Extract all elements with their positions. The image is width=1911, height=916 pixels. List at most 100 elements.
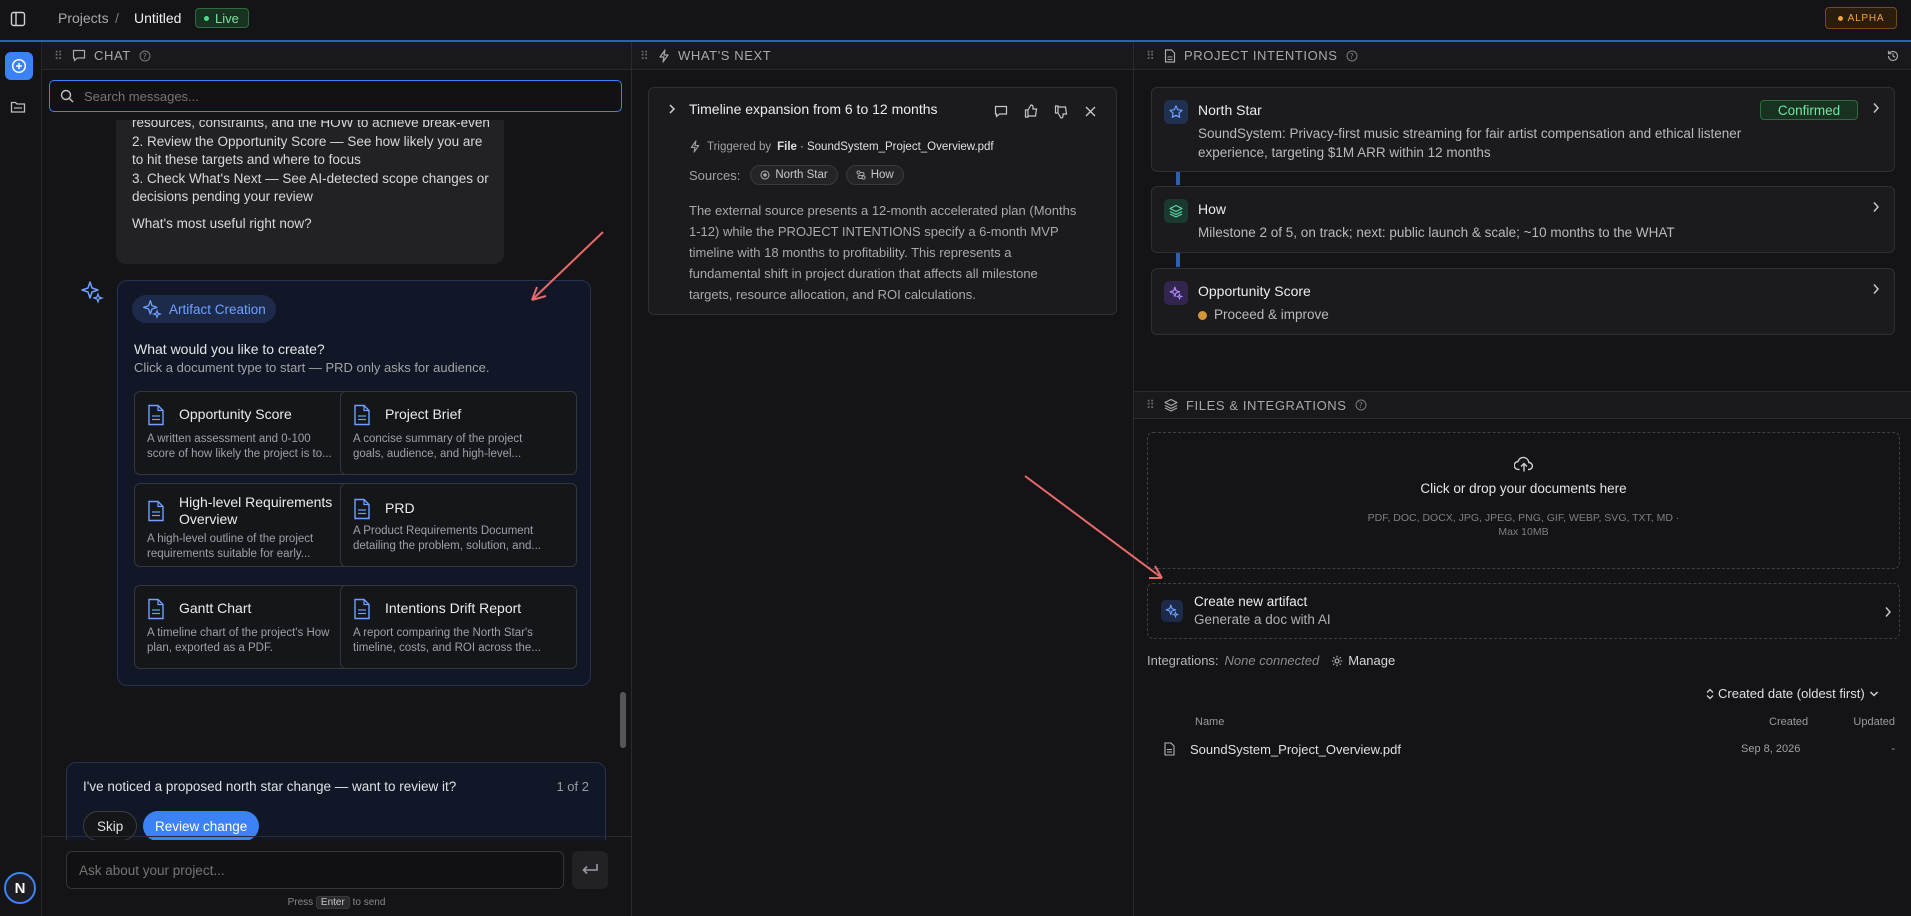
document-icon <box>148 404 164 426</box>
files-title: FILES & INTEGRATIONS <box>1186 397 1347 413</box>
document-icon <box>148 500 164 522</box>
top-bar: Projects / Untitled Live ALPHA <box>0 0 1911 42</box>
artifact-question: What would you like to create? <box>134 341 325 357</box>
sparkle-icon <box>1164 281 1188 305</box>
folder-icon[interactable] <box>10 100 26 114</box>
artifact-hint: Click a document type to start — PRD onl… <box>134 360 490 375</box>
intentions-header: ⠿ PROJECT INTENTIONS ? <box>1134 42 1911 70</box>
connector-line <box>1176 253 1180 267</box>
sidebar-toggle-icon[interactable] <box>10 11 26 27</box>
target-icon <box>760 170 770 180</box>
composer: Press Enter to send <box>42 836 631 916</box>
card-title: Timeline expansion from 6 to 12 months <box>689 101 938 117</box>
sparkle-icon <box>143 300 162 319</box>
svg-text:?: ? <box>1358 401 1363 410</box>
avatar-letter: N <box>14 879 26 897</box>
message-question: What's most useful right now? <box>132 216 312 231</box>
search-box[interactable] <box>49 80 622 112</box>
doc-desc: A written assessment and 0-100 score of h… <box>147 433 332 460</box>
connector-line <box>1176 171 1180 185</box>
send-hint: Press Enter to send <box>287 896 386 909</box>
chevron-right-icon[interactable] <box>1872 102 1880 114</box>
chat-scrollbar[interactable] <box>620 122 626 748</box>
help-icon[interactable]: ? <box>1346 50 1358 62</box>
create-artifact-button[interactable]: Create new artifact Generate a doc with … <box>1147 583 1900 639</box>
doc-title: Intentions Drift Report <box>385 600 522 616</box>
document-icon <box>354 404 370 426</box>
file-name: SoundSystem_Project_Overview.pdf <box>1190 742 1401 757</box>
doc-type-gantt-chart[interactable]: Gantt Chart A timeline chart of the proj… <box>134 585 371 669</box>
status-dot-icon <box>1198 311 1207 320</box>
doc-type-opportunity-score[interactable]: Opportunity Score A written assessment a… <box>134 391 371 475</box>
sort-dropdown[interactable]: Created date (oldest first) <box>1706 686 1879 701</box>
file-drop-zone[interactable]: Click or drop your documents here PDF, D… <box>1147 432 1900 569</box>
thumbs-down-icon[interactable] <box>1054 105 1068 119</box>
search-input[interactable] <box>84 88 584 104</box>
drag-handle-icon[interactable]: ⠿ <box>1146 49 1156 63</box>
doc-desc: A report comparing the North Star's timel… <box>353 627 541 654</box>
breadcrumb-projects[interactable]: Projects <box>58 10 109 26</box>
layers-icon <box>1164 398 1178 412</box>
file-icon <box>1164 742 1175 756</box>
enter-arrow-icon <box>582 864 598 875</box>
document-icon <box>1164 48 1176 63</box>
drag-handle-icon[interactable]: ⠿ <box>54 49 64 63</box>
north-star-text: SoundSystem: Privacy-first music streami… <box>1198 126 1742 160</box>
files-header: ⠿ FILES & INTEGRATIONS ? <box>1134 391 1911 419</box>
star-icon <box>1164 100 1188 124</box>
manage-integrations-button[interactable]: Manage <box>1331 653 1395 668</box>
source-how[interactable]: How <box>845 165 904 185</box>
close-icon[interactable] <box>1085 106 1096 117</box>
doc-type-prd[interactable]: PRD A Product Requirements Document detai… <box>340 483 577 567</box>
chat-scroll-area[interactable]: resources, constraints, and the HOW to a… <box>42 120 631 840</box>
chat-input-box[interactable] <box>66 851 564 889</box>
file-updated: - <box>1891 743 1895 755</box>
svg-text:?: ? <box>142 52 147 61</box>
new-chat-button[interactable] <box>5 52 33 80</box>
comment-icon[interactable] <box>994 105 1008 118</box>
how-text: Milestone 2 of 5, on track; next: public… <box>1198 225 1675 240</box>
how-card[interactable]: How Milestone 2 of 5, on track; next: pu… <box>1151 186 1895 253</box>
chevron-right-icon[interactable] <box>1872 201 1880 213</box>
left-rail: N <box>0 42 42 916</box>
scrollbar-thumb[interactable] <box>620 692 626 748</box>
expand-chevron-icon[interactable] <box>667 103 677 115</box>
chat-panel: ⠿ CHAT ? resources, constraints, and the… <box>42 42 632 916</box>
breadcrumb-separator: / <box>115 10 119 26</box>
chevron-right-icon[interactable] <box>1872 283 1880 295</box>
north-star-card[interactable]: North Star Confirmed SoundSystem: Privac… <box>1151 87 1895 172</box>
north-star-title: North Star <box>1198 102 1262 118</box>
trigger-file[interactable]: · SoundSystem_Project_Overview.pdf <box>800 141 994 153</box>
table-row[interactable]: SoundSystem_Project_Overview.pdf Sep 8, … <box>1147 734 1900 764</box>
doc-title: Project Brief <box>385 406 462 422</box>
alpha-dot-icon <box>1837 15 1843 21</box>
lightning-icon <box>690 140 700 153</box>
artifact-creation-card: Artifact Creation What would you like to… <box>117 280 591 686</box>
chat-input[interactable] <box>79 862 549 878</box>
enter-key-label: Enter <box>315 896 350 909</box>
help-icon[interactable]: ? <box>139 50 151 62</box>
col-updated[interactable]: Updated <box>1845 716 1895 728</box>
drag-handle-icon[interactable]: ⠿ <box>640 49 650 63</box>
opp-text: Proceed & improve <box>1214 307 1329 322</box>
send-button[interactable] <box>572 851 608 889</box>
lightning-icon <box>659 48 669 63</box>
chat-header: ⠿ CHAT ? <box>42 42 631 70</box>
triggered-by-label: Triggered by <box>707 140 772 153</box>
thumbs-up-icon[interactable] <box>1024 104 1038 118</box>
search-icon <box>60 89 74 103</box>
drag-handle-icon[interactable]: ⠿ <box>1146 398 1156 412</box>
cloud-upload-icon <box>1514 456 1534 472</box>
history-icon[interactable] <box>1886 49 1900 63</box>
col-name[interactable]: Name <box>1195 716 1224 728</box>
drop-types: PDF, DOC, DOCX, JPG, JPEG, PNG, GIF, WEB… <box>1367 512 1680 524</box>
opportunity-score-card[interactable]: Opportunity Score Proceed & improve <box>1151 268 1895 335</box>
help-icon[interactable]: ? <box>1355 399 1367 411</box>
source-north-star[interactable]: North Star <box>750 165 838 185</box>
doc-title: PRD <box>385 500 415 516</box>
chat-title: CHAT <box>94 48 131 63</box>
doc-type-requirements-overview[interactable]: High-level Requirements Overview A high-l… <box>134 483 371 567</box>
doc-type-project-brief[interactable]: Project Brief A concise summary of the p… <box>340 391 577 475</box>
doc-type-intentions-drift-report[interactable]: Intentions Drift Report A report compari… <box>340 585 577 669</box>
avatar[interactable]: N <box>4 872 36 904</box>
